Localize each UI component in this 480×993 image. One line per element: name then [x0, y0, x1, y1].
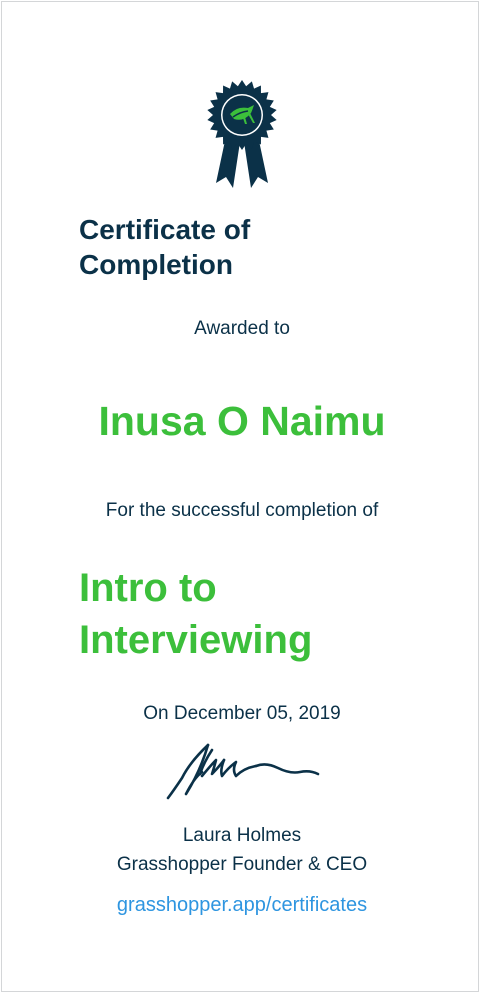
signature-image — [166, 743, 320, 800]
certificate-title-line-1: Certificate of — [79, 214, 251, 245]
awarded-to-label: Awarded to — [194, 318, 290, 339]
certificate-card: Certificate of Completion Awarded to Inu… — [1, 1, 479, 992]
certificate-title-line-2: Completion — [79, 249, 233, 280]
recipient-name: Inusa O Naimu — [98, 398, 386, 444]
completion-label: For the successful completion of — [105, 500, 379, 521]
course-name-line-2: Interviewing — [79, 618, 313, 662]
grasshopper-ribbon-award-icon — [207, 80, 277, 188]
certificates-link[interactable]: grasshopper.app/certificates — [2, 894, 480, 917]
signer-name: Laura Holmes — [182, 825, 302, 846]
certificate-title: Certificate of Completion — [79, 212, 409, 282]
signer-title: Grasshopper Founder & CEO — [116, 854, 368, 875]
course-name: Intro to Interviewing — [79, 562, 459, 666]
completion-date: On December 05, 2019 — [143, 703, 341, 724]
signer-block: Laura Holmes Grasshopper Founder & CEO — [2, 821, 480, 879]
course-name-line-1: Intro to — [79, 566, 217, 610]
